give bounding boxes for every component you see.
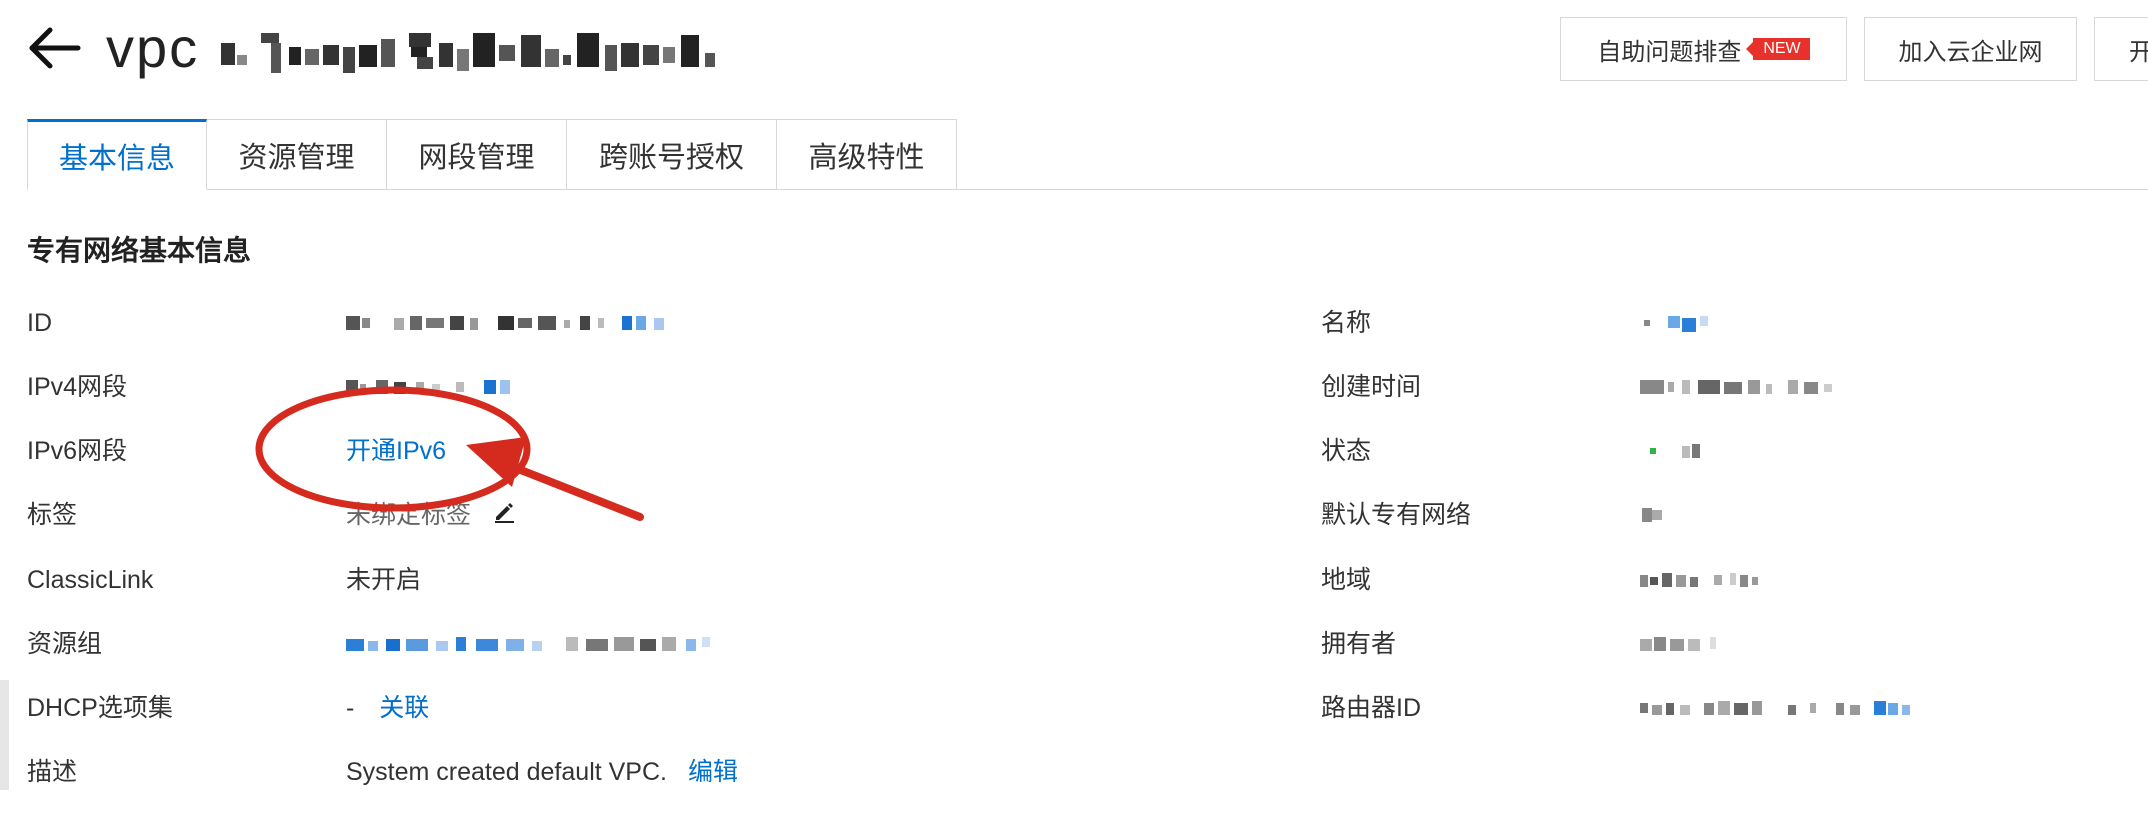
join-cen-button[interactable]: 加入云企业网 [1864, 17, 2077, 81]
redacted-owner-value [1640, 637, 1716, 651]
tab-basic-info[interactable]: 基本信息 [27, 119, 207, 190]
self-service-troubleshoot-button[interactable]: 自助问题排查 NEW [1560, 17, 1847, 81]
redacted-status-value [1650, 444, 1700, 458]
owner-label: 拥有者 [1321, 630, 1397, 658]
edit-tags-pencil-icon[interactable] [492, 498, 516, 534]
section-title: 专有网络基本信息 [27, 235, 252, 266]
region-label: 地域 [1321, 566, 1372, 594]
status-label: 状态 [1321, 437, 1372, 465]
vpc-prefix: vpc [106, 16, 200, 79]
new-badge: NEW [1746, 38, 1810, 60]
tab-cross-account-authorization[interactable]: 跨账号授权 [567, 119, 777, 190]
router-id-label: 路由器ID [1321, 694, 1422, 722]
redacted-region-value [1640, 573, 1758, 587]
redacted-ipv4-value [346, 380, 510, 394]
created-time-label: 创建时间 [1321, 373, 1422, 401]
tags-value-text: 未绑定标签 [346, 501, 472, 529]
ipv6-label: IPv6网段 [27, 437, 128, 465]
description-text: System created default VPC. [346, 758, 667, 786]
redacted-vpc-id-value [346, 316, 664, 330]
edit-description-link[interactable]: 编辑 [688, 758, 738, 786]
enable-button[interactable]: 开 [2094, 17, 2148, 81]
tab-advanced-features[interactable]: 高级特性 [777, 119, 957, 190]
associate-dhcp-link[interactable]: 关联 [379, 694, 429, 722]
default-vpc-label: 默认专有网络 [1321, 501, 1472, 529]
enable-ipv6-link[interactable]: 开通IPv6 [346, 433, 446, 469]
redacted-name-value [1644, 316, 1708, 332]
name-label: 名称 [1321, 309, 1372, 337]
tags-label: 标签 [27, 501, 78, 529]
back-arrow-icon[interactable] [26, 24, 82, 72]
description-value: System created default VPC. 编辑 [346, 754, 738, 790]
tab-cidr-management[interactable]: 网段管理 [387, 119, 567, 190]
id-label: ID [27, 309, 52, 337]
tab-bar: 基本信息 资源管理 网段管理 跨账号授权 高级特性 [27, 119, 957, 190]
redacted-default-vpc-value [1642, 508, 1662, 522]
dhcp-options-label: DHCP选项集 [27, 694, 173, 722]
tags-value: 未绑定标签 [346, 497, 516, 534]
redacted-created-time-value [1640, 380, 1832, 394]
ipv4-label: IPv4网段 [27, 373, 128, 401]
self-service-troubleshoot-label: 自助问题排查 [1597, 38, 1742, 66]
resource-group-label: 资源组 [27, 630, 103, 658]
tab-resource-management[interactable]: 资源管理 [207, 119, 387, 190]
join-cen-label: 加入云企业网 [1898, 38, 2043, 66]
redacted-router-id-value [1640, 701, 1910, 715]
enable-label: 开 [2129, 38, 2148, 66]
page-title: vpc [106, 10, 861, 86]
redacted-vpc-id [220, 33, 715, 74]
dhcp-dash: - [346, 694, 355, 722]
classiclink-value: 未开启 [346, 566, 422, 594]
description-label: 描述 [27, 758, 78, 786]
dhcp-options-value: - 关联 [346, 690, 429, 726]
classiclink-label: ClassicLink [27, 566, 154, 594]
redacted-resource-group-link[interactable] [346, 633, 816, 655]
left-edge-panel [0, 680, 9, 790]
